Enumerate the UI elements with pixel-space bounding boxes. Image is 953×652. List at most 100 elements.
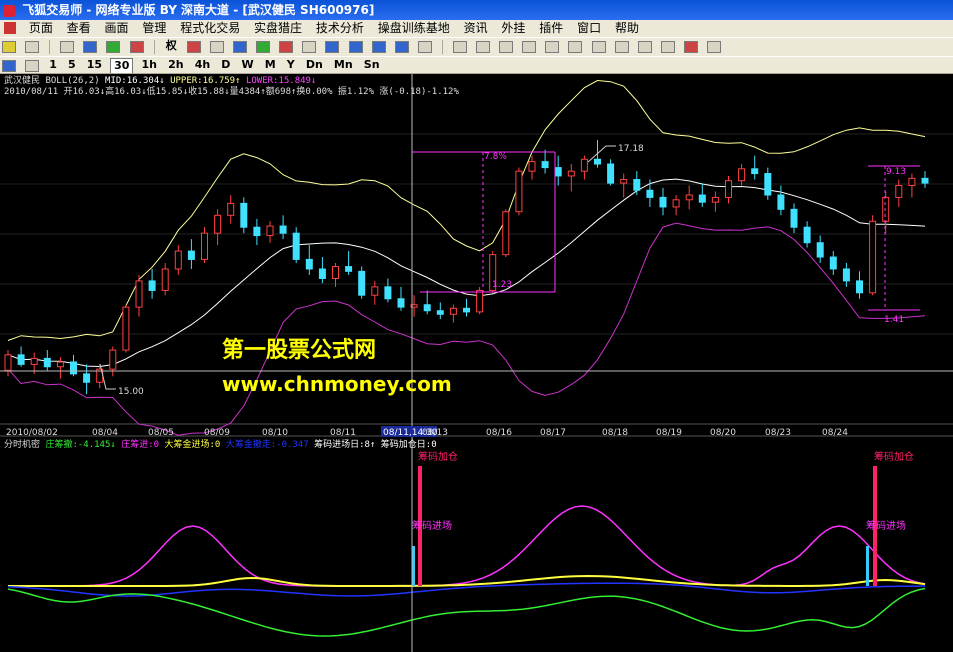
period-2h[interactable]: 2h	[165, 57, 187, 73]
menu-item-plugins[interactable]: 插件	[534, 20, 568, 37]
candle-body	[607, 163, 615, 184]
menu-item-plugin-ext[interactable]: 外挂	[496, 20, 530, 37]
channel-tool-icon[interactable]	[545, 41, 560, 53]
period-30[interactable]: 30	[110, 58, 134, 73]
candle-body	[659, 196, 667, 208]
label-jiacang-1: 筹码加仓	[418, 450, 458, 463]
candle-body	[266, 225, 274, 237]
sub-name: 分时机密	[4, 440, 41, 450]
candle-body	[436, 310, 444, 315]
candle-body	[620, 179, 628, 184]
save-icon[interactable]	[707, 41, 721, 53]
period-5[interactable]: 5	[65, 57, 79, 73]
app-menu-icon[interactable]	[4, 22, 16, 34]
menu-item-view[interactable]: 查看	[62, 20, 96, 37]
candle-body	[476, 289, 484, 313]
annot-label-17-18: 17.18	[618, 144, 644, 154]
candle-body	[4, 354, 12, 371]
period-mn[interactable]: Mn	[331, 57, 356, 73]
rect-tool-icon[interactable]	[568, 41, 583, 53]
candle-body	[70, 361, 77, 375]
dropdown-icon[interactable]	[25, 41, 40, 53]
candle-body	[174, 250, 182, 270]
period-dn[interactable]: Dn	[303, 57, 326, 73]
cycle-dropdown-icon[interactable]	[25, 60, 40, 72]
tools-icon[interactable]	[302, 41, 317, 53]
menu-item-program-trading[interactable]: 程式化交易	[175, 20, 245, 37]
candle-body	[895, 184, 903, 198]
period-sn[interactable]: Sn	[361, 57, 383, 73]
f10-icon[interactable]	[209, 41, 224, 53]
sub-value-d: 大筹金撤走:-0.347	[225, 440, 309, 450]
candle-body	[148, 280, 156, 291]
rights-button[interactable]: 权	[163, 38, 180, 54]
candle-body	[554, 167, 562, 177]
layout-4-icon[interactable]	[394, 41, 409, 53]
color-palette-icon[interactable]	[683, 41, 698, 53]
candle-body	[646, 189, 654, 198]
period-w[interactable]: W	[239, 57, 257, 73]
candle-body	[685, 194, 693, 201]
candle-body	[240, 202, 248, 228]
app-logo-icon	[3, 4, 15, 17]
period-4h[interactable]: 4h	[192, 57, 214, 73]
menu-item-tech-analysis[interactable]: 技术分析	[311, 20, 369, 37]
eye-icon[interactable]	[186, 41, 201, 53]
chart-icon[interactable]	[83, 41, 98, 53]
main-indicator-line-2: 2010/08/11 开16.03↓高16.03↓低15.85↓收15.88↓量…	[4, 87, 459, 97]
candle-body	[43, 357, 51, 368]
axis-tick-label: 08/16	[486, 428, 512, 438]
menu-item-hunt[interactable]: 实盘猎庄	[249, 20, 307, 37]
candle-body	[332, 266, 339, 280]
chart-canvas[interactable]: 筹码加仓筹码进场 筹码加仓筹码进场 2010/08/02 08/04 08/05 08/…	[0, 74, 953, 652]
candle-body	[921, 177, 929, 184]
candle-body	[83, 373, 91, 383]
kline-icon[interactable]	[2, 60, 16, 72]
layout-3-icon[interactable]	[371, 41, 386, 53]
annot-label-9-13: 9.13	[886, 167, 906, 177]
toolbar-divider	[153, 40, 155, 54]
axis-tick-label: 08/18	[602, 428, 628, 438]
layout-5-icon[interactable]	[417, 41, 432, 53]
menu-item-page[interactable]: 页面	[24, 20, 58, 37]
add-icon[interactable]	[106, 41, 121, 53]
menu-item-training[interactable]: 操盘训练基地	[373, 20, 455, 37]
menu-item-help[interactable]: 帮助	[610, 20, 644, 37]
layout-1-icon[interactable]	[325, 41, 340, 53]
chart-background	[0, 74, 953, 652]
candle-body	[672, 199, 680, 208]
watermark-url: www.chnmoney.com	[222, 372, 452, 396]
period-1[interactable]: 1	[46, 57, 60, 73]
candle-body	[135, 280, 143, 308]
menu-item-window[interactable]: 窗口	[572, 20, 606, 37]
period-m[interactable]: M	[262, 57, 279, 73]
grid-icon[interactable]	[256, 41, 271, 53]
layout-2-icon[interactable]	[348, 41, 363, 53]
ellipse-tool-icon[interactable]	[591, 41, 606, 53]
axis-tick-label: 2010/08/02	[6, 428, 58, 438]
candle-body	[869, 220, 877, 294]
remove-icon[interactable]	[129, 41, 144, 53]
report-icon[interactable]	[60, 41, 75, 53]
candle-body	[711, 196, 719, 203]
fib-tool-icon[interactable]	[522, 41, 537, 53]
period-15[interactable]: 15	[84, 57, 105, 73]
lines-icon[interactable]	[233, 41, 248, 53]
line-tool-icon[interactable]	[476, 41, 491, 53]
candle-body	[764, 173, 772, 196]
hline-tool-icon[interactable]	[499, 41, 514, 53]
alert-icon[interactable]	[279, 41, 294, 53]
menu-item-manage[interactable]: 管理	[137, 20, 171, 37]
menu-item-screen[interactable]: 画面	[100, 20, 134, 37]
menu-item-info[interactable]: 资讯	[459, 20, 493, 37]
axis-tick-label: 08/17	[540, 428, 566, 438]
period-d[interactable]: D	[218, 57, 233, 73]
candle-body	[384, 286, 392, 300]
period-y[interactable]: Y	[284, 57, 298, 73]
home-icon[interactable]	[2, 41, 16, 53]
text-tool-icon[interactable]	[614, 41, 629, 53]
eraser-icon[interactable]	[637, 41, 652, 53]
period-1h[interactable]: 1h	[139, 57, 161, 73]
lock-icon[interactable]	[660, 41, 675, 53]
cursor-icon[interactable]	[452, 41, 467, 53]
